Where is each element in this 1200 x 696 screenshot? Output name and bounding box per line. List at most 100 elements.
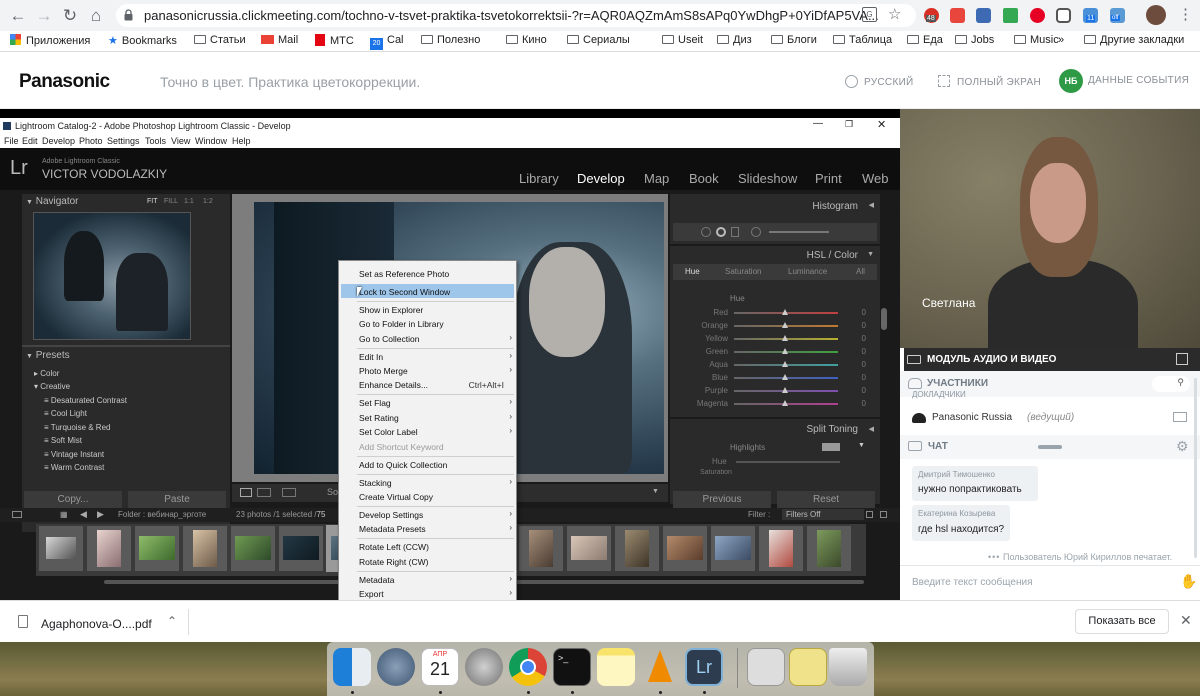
slider-thumb[interactable]: [782, 348, 788, 354]
context-menu-item[interactable]: Rotate Right (CW): [359, 557, 428, 567]
split-hue-slider[interactable]: [736, 461, 840, 463]
grid-icon[interactable]: ▦: [60, 510, 68, 519]
slider-thumb[interactable]: [782, 361, 788, 367]
slider-thumb[interactable]: [782, 374, 788, 380]
context-menu-item[interactable]: Develop Settings: [359, 510, 423, 520]
thumbnail[interactable]: [39, 526, 83, 571]
preset-item[interactable]: ≡ Soft Mist: [44, 436, 82, 445]
right-panel-scrollbar[interactable]: [881, 308, 887, 330]
slider-thumb[interactable]: [782, 309, 788, 315]
histogram-collapse-icon[interactable]: ◀: [869, 201, 874, 209]
bookmark-folder[interactable]: Блоги: [771, 34, 817, 46]
paste-settings-button[interactable]: Paste: [128, 491, 226, 508]
previous-button[interactable]: Previous: [673, 491, 771, 508]
prev-arrow-icon[interactable]: ◀: [80, 509, 87, 520]
hsl-slider-row[interactable]: Magenta 0: [697, 399, 866, 409]
hsl-slider-row[interactable]: Green 0: [706, 347, 866, 357]
notes-icon[interactable]: [597, 648, 635, 686]
context-menu-item[interactable]: Metadata Presets: [359, 524, 426, 534]
graduated-filter-icon[interactable]: [751, 227, 761, 237]
context-menu-item[interactable]: Add Shortcut Keyword: [359, 442, 444, 452]
bookmark-folder[interactable]: Полезно: [421, 34, 480, 46]
thumbnail[interactable]: [711, 526, 755, 571]
module-print[interactable]: Print: [815, 171, 842, 186]
chat-input[interactable]: Введите текст сообщения: [912, 577, 1032, 588]
vlc-icon[interactable]: [641, 648, 679, 686]
downloads-stack-icon[interactable]: [789, 648, 827, 686]
menu-help[interactable]: Help: [232, 136, 251, 146]
chevron-up-icon[interactable]: ⌃: [167, 614, 177, 628]
back-arrow-icon[interactable]: ←: [7, 5, 29, 27]
pinterest-icon[interactable]: [1030, 8, 1045, 23]
extension-icon[interactable]: [976, 8, 991, 23]
presenter-row[interactable]: Panasonic Russia (ведущий): [912, 412, 1152, 428]
context-menu-item[interactable]: Enhance Details...: [359, 380, 428, 390]
zoom-fill[interactable]: FILL: [164, 198, 178, 205]
gear-icon[interactable]: ⚙: [1176, 438, 1189, 455]
menu-tools[interactable]: Tools: [145, 136, 166, 146]
thumbnail[interactable]: [231, 526, 275, 571]
context-menu-item[interactable]: Set Flag: [359, 398, 391, 408]
context-menu-item[interactable]: Add to Quick Collection: [359, 460, 447, 470]
bookmark-folder[interactable]: Статьи: [194, 34, 246, 46]
translate-icon[interactable]: G: [862, 7, 877, 22]
module-book[interactable]: Book: [689, 171, 719, 186]
filter-toggle-icon[interactable]: [880, 511, 887, 518]
thumbnail[interactable]: [183, 526, 227, 571]
bookmark-mts[interactable]: МТС: [315, 34, 354, 47]
context-menu-item[interactable]: Export: [359, 589, 384, 599]
soft-proof-label[interactable]: So: [327, 487, 338, 497]
extension-icon[interactable]: off: [1110, 8, 1125, 23]
thumbnail[interactable]: [567, 526, 611, 571]
module-slideshow[interactable]: Slideshow: [738, 171, 797, 186]
bookmark-folder[interactable]: Кино: [506, 34, 547, 46]
show-all-button[interactable]: Показать все: [1075, 609, 1169, 634]
module-develop[interactable]: Develop: [577, 171, 625, 186]
histogram-title[interactable]: Histogram: [812, 201, 858, 212]
preset-group-creative[interactable]: ▾ Creative: [34, 382, 70, 391]
menu-file[interactable]: File: [4, 136, 19, 146]
preset-item[interactable]: ≡ Cool Light: [44, 409, 87, 418]
spot-removal-icon[interactable]: [716, 227, 726, 237]
hsl-tab-hue[interactable]: Hue: [685, 267, 700, 276]
preset-item[interactable]: ≡ Turquoise & Red: [44, 423, 110, 432]
sidebar-scrollbar[interactable]: [1194, 378, 1197, 558]
thumbnail[interactable]: [519, 526, 563, 571]
highlights-dropdown-icon[interactable]: ▼: [858, 442, 865, 449]
bookmark-star-icon[interactable]: ☆: [888, 5, 901, 23]
hsl-slider-row[interactable]: Aqua 0: [706, 360, 866, 370]
context-menu-item[interactable]: Create Virtual Copy: [359, 492, 433, 502]
bookmark-apps[interactable]: Приложения: [10, 34, 90, 47]
navigator-title[interactable]: ▼ Navigator: [26, 196, 79, 207]
context-menu-item[interactable]: Set as Reference Photo: [359, 269, 449, 279]
preset-item[interactable]: ≡ Warm Contrast: [44, 463, 104, 472]
filter-lock-icon[interactable]: [866, 511, 873, 518]
shield-extension-icon[interactable]: [950, 8, 965, 23]
highlights-swatch[interactable]: [822, 443, 840, 451]
context-menu-item[interactable]: Photo Merge: [359, 366, 408, 376]
hsl-slider-row[interactable]: Orange 0: [701, 321, 866, 331]
hsl-slider-row[interactable]: Blue 0: [706, 373, 866, 383]
zoom-1-2[interactable]: 1:2: [203, 198, 213, 205]
zoom-fit[interactable]: FIT: [147, 198, 158, 205]
context-menu-item[interactable]: Go to Collection: [359, 334, 419, 344]
hsl-slider-row[interactable]: Red 0: [706, 308, 866, 318]
participant-search[interactable]: ⚲: [1152, 376, 1190, 392]
reload-icon[interactable]: ↻: [59, 5, 81, 27]
hsl-tab-luminance[interactable]: Luminance: [788, 267, 827, 276]
finder-icon[interactable]: [333, 648, 371, 686]
trash-icon[interactable]: [829, 648, 867, 686]
context-menu-item[interactable]: Rotate Left (CCW): [359, 542, 429, 552]
thumbnail[interactable]: [135, 526, 179, 571]
bookmark-folder[interactable]: Jobs: [955, 34, 994, 46]
folder-source[interactable]: Folder : вебинар_эрготе: [118, 510, 206, 519]
menu-settings[interactable]: Settings: [107, 136, 140, 146]
terminal-icon[interactable]: >_: [553, 648, 591, 686]
module-map[interactable]: Map: [644, 171, 669, 186]
bookmark-folder[interactable]: Диз: [717, 34, 752, 46]
fullscreen-button[interactable]: ПОЛНЫЙ ЭКРАН: [938, 75, 1041, 88]
chat-resize-handle[interactable]: [1038, 445, 1062, 449]
hsl-slider-row[interactable]: Yellow 0: [705, 334, 866, 344]
raise-hand-icon[interactable]: ✋: [1180, 573, 1197, 590]
bookmark-mail[interactable]: Mail: [261, 34, 298, 46]
